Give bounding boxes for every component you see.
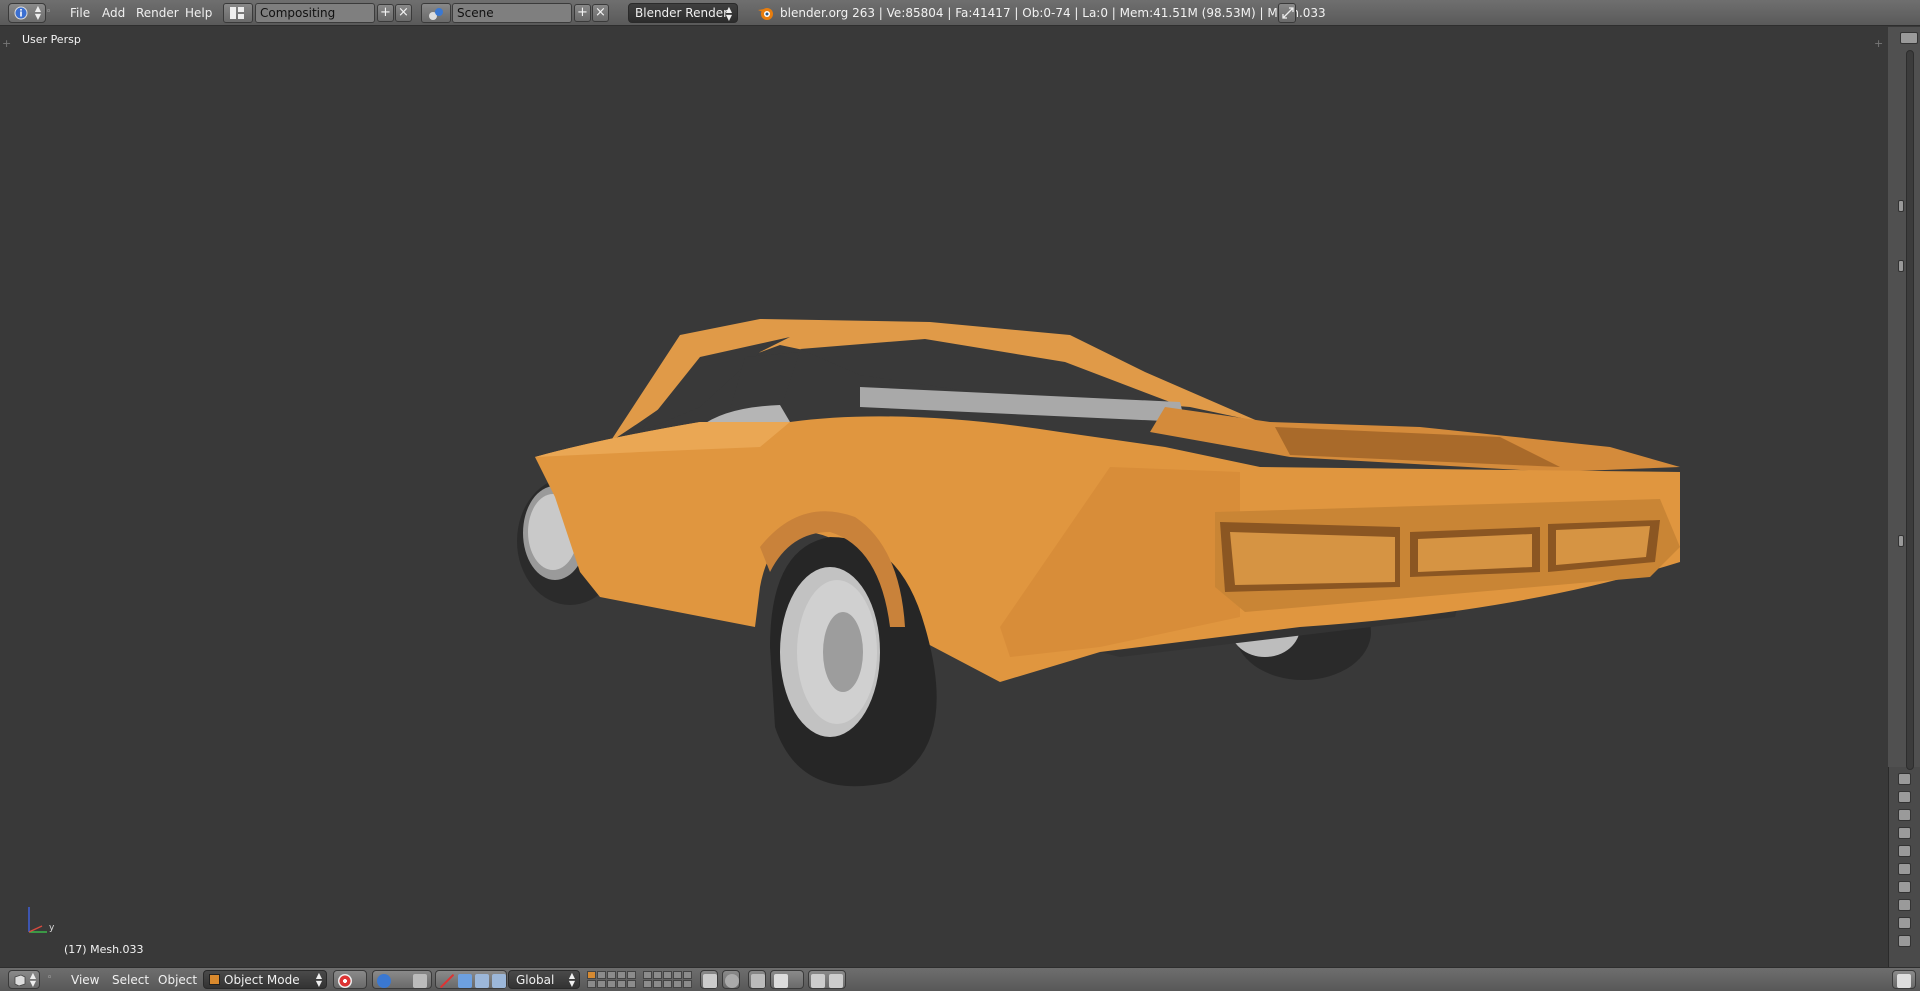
menu-add[interactable]: Add (102, 6, 125, 20)
scroll-handle-icon[interactable] (1898, 260, 1904, 272)
dropdown-arrows-icon: ▲ ▼ (29, 971, 36, 988)
add-layout-button[interactable]: + (377, 4, 394, 22)
dropdown-arrows-icon: ▲ ▼ (725, 5, 732, 22)
proportional-icon (725, 974, 739, 988)
3d-view-icon (14, 974, 26, 986)
layers-group-1[interactable] (587, 971, 636, 988)
editor-type-button[interactable]: ▲ ▼ (8, 970, 40, 989)
render-engine-dropdown[interactable]: Blender Render ▲ ▼ (628, 3, 738, 23)
menu-help[interactable]: Help (185, 6, 212, 20)
delete-scene-button[interactable]: × (592, 4, 609, 22)
outliner-editor-button[interactable] (1892, 970, 1916, 989)
scene-icon (429, 8, 443, 20)
lock-icon (703, 974, 717, 988)
maximize-icon (1282, 7, 1294, 19)
menu-object[interactable]: Object (158, 973, 197, 987)
camera-visibility-icon[interactable] (1898, 845, 1911, 857)
viewport-shading-dropdown[interactable] (333, 970, 367, 989)
render-still-icon[interactable] (811, 974, 825, 988)
properties-toggle-icon[interactable] (1900, 32, 1918, 44)
proportional-edit-button[interactable] (722, 970, 740, 989)
menu-render[interactable]: Render (136, 6, 179, 20)
editor-type-button[interactable]: ▲ ▼ (8, 3, 46, 23)
camera-visibility-icon[interactable] (1898, 881, 1911, 893)
maximize-button[interactable] (1278, 3, 1296, 23)
3d-viewport[interactable]: + + User Persp y (17) Mesh.033 (0, 27, 1888, 967)
collapse-menu-icon[interactable]: ◦ (47, 973, 52, 983)
mode-label: Object Mode (224, 973, 300, 987)
transform-manipulators[interactable] (435, 970, 507, 989)
orientation-label: Global (516, 973, 555, 987)
delete-layout-button[interactable]: × (395, 4, 412, 22)
scroll-handle-icon[interactable] (1898, 200, 1904, 212)
lock-camera-button[interactable] (700, 970, 718, 989)
snap-increment-icon (774, 974, 788, 988)
camera-visibility-icon[interactable] (1898, 863, 1911, 875)
dropdown-arrows-icon: ▲ ▼ (315, 971, 322, 988)
dropdown-arrows-icon: ▲ ▼ (34, 4, 41, 21)
properties-strip (1888, 27, 1920, 767)
camera-visibility-icon[interactable] (1898, 809, 1911, 821)
layout-icon (230, 7, 244, 19)
outliner-icon (1897, 974, 1911, 988)
camera-visibility-icon[interactable] (1898, 917, 1911, 929)
manipulator-toggle-icon[interactable] (440, 974, 454, 988)
scene-statistics: blender.org 263 | Ve:85804 | Fa:41417 | … (780, 6, 1326, 20)
snap-element-dropdown[interactable] (770, 970, 804, 989)
rotate-icon[interactable] (475, 974, 489, 988)
screen-layout-field[interactable]: Compositing (255, 3, 375, 23)
mode-dropdown[interactable]: Object Mode ▲ ▼ (203, 970, 327, 989)
top-header: ▲ ▼ ◦ File Add Render Help Compositing + … (0, 0, 1920, 26)
add-scene-button[interactable]: + (574, 4, 591, 22)
shading-icon (338, 974, 352, 988)
collapse-menu-icon[interactable]: ◦ (46, 7, 51, 17)
translate-icon[interactable] (458, 974, 472, 988)
menu-file[interactable]: File (70, 6, 90, 20)
axis-gizmo: y (28, 907, 55, 933)
render-animation-icon[interactable] (829, 974, 843, 988)
pivot-icon (377, 974, 391, 988)
vertical-scrollbar[interactable] (1906, 50, 1914, 770)
scene-field[interactable]: Scene (452, 3, 572, 23)
render-engine-label: Blender Render (635, 6, 729, 20)
menu-view[interactable]: View (71, 973, 99, 987)
layers-group-2[interactable] (643, 971, 692, 988)
manipulate-center-icon[interactable] (413, 974, 427, 988)
camera-visibility-icon[interactable] (1898, 899, 1911, 911)
dropdown-arrows-icon: ▲ ▼ (568, 971, 575, 988)
screen-layout-selector[interactable] (223, 3, 253, 23)
object-mode-icon (209, 974, 220, 985)
camera-visibility-icon[interactable] (1898, 827, 1911, 839)
camera-visibility-icon[interactable] (1898, 791, 1911, 803)
orientation-dropdown[interactable]: Global ▲ ▼ (508, 970, 580, 989)
render-buttons[interactable] (808, 970, 846, 989)
axis-y-label: y (49, 923, 55, 933)
camera-visibility-icon[interactable] (1898, 935, 1911, 947)
menu-select[interactable]: Select (112, 973, 149, 987)
car-mesh[interactable] (0, 27, 1888, 967)
active-object-info: (17) Mesh.033 (64, 943, 144, 956)
viewport-header: ▲ ▼ ◦ View Select Object Object Mode ▲ ▼ G… (0, 967, 1920, 991)
scroll-handle-icon[interactable] (1898, 535, 1904, 547)
camera-visibility-icon[interactable] (1898, 773, 1911, 785)
scene-selector[interactable] (421, 3, 451, 23)
blender-logo-icon (758, 8, 773, 20)
magnet-icon (751, 974, 765, 988)
info-icon (14, 6, 28, 20)
pivot-point-group[interactable] (372, 970, 432, 989)
snap-toggle-button[interactable] (748, 970, 766, 989)
scale-icon[interactable] (492, 974, 506, 988)
